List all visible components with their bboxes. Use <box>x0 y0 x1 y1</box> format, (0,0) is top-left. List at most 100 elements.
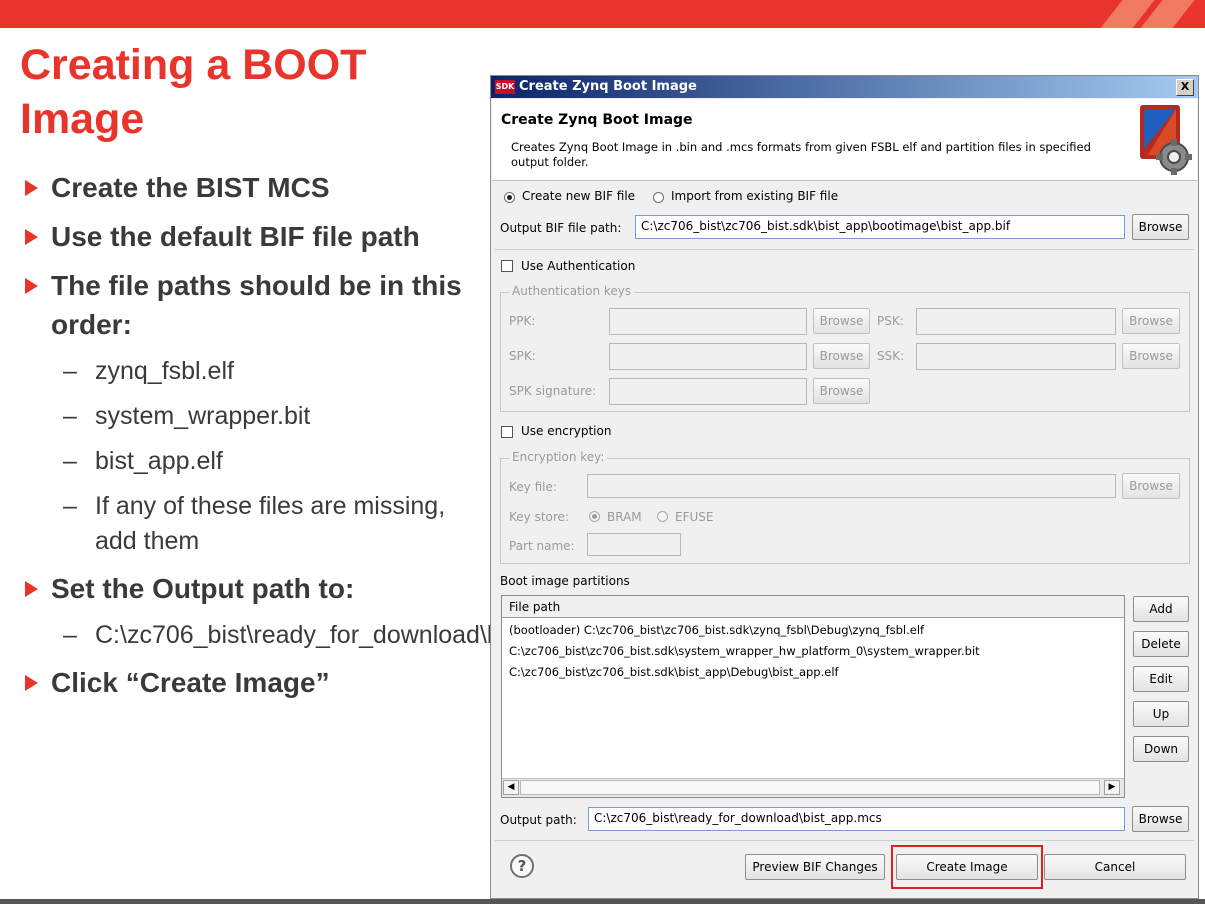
bram-label: BRAM <box>607 510 642 524</box>
partition-row[interactable]: (bootloader) C:\zc706_bist\zc706_bist.sd… <box>509 623 924 637</box>
ppk-browse-button[interactable]: Browse <box>813 308 870 334</box>
create-boot-image-dialog: SDK Create Zynq Boot Image X Create Zynq… <box>490 75 1199 899</box>
spk-input[interactable] <box>609 343 807 370</box>
psk-label: PSK: <box>877 314 904 328</box>
efuse-label: EFUSE <box>675 510 714 524</box>
psk-input[interactable] <box>916 308 1116 335</box>
bif-browse-button[interactable]: Browse <box>1132 214 1189 240</box>
partition-row[interactable]: C:\zc706_bist\zc706_bist.sdk\bist_app\De… <box>509 665 839 679</box>
psk-browse-button[interactable]: Browse <box>1122 308 1180 334</box>
part-name-input[interactable] <box>587 533 681 556</box>
bullet-arrow-icon <box>25 278 38 294</box>
bullet-text: Set the Output path to: <box>51 573 355 604</box>
authentication-keys-legend: Authentication keys <box>509 284 635 298</box>
delete-button[interactable]: Delete <box>1133 631 1189 657</box>
part-name-label: Part name: <box>509 539 575 553</box>
close-button[interactable]: X <box>1176 79 1194 96</box>
horizontal-scrollbar[interactable]: ◀ ▶ <box>502 778 1124 797</box>
use-encryption-label: Use encryption <box>521 424 612 438</box>
partitions-label: Boot image partitions <box>500 574 630 588</box>
partition-row[interactable]: C:\zc706_bist\zc706_bist.sdk\system_wrap… <box>509 644 980 658</box>
bullet-item: The file paths should be in this order: <box>22 266 462 344</box>
spk-signature-browse-button[interactable]: Browse <box>813 378 870 404</box>
output-path-input[interactable]: C:\zc706_bist\ready_for_download\bist_ap… <box>588 807 1125 831</box>
dialog-title: Create Zynq Boot Image <box>519 79 697 94</box>
bullet-text: Use the default BIF file path <box>51 221 420 252</box>
use-authentication-checkbox[interactable] <box>501 260 513 272</box>
bif-path-input[interactable]: C:\zc706_bist\zc706_bist.sdk\bist_app\bo… <box>635 215 1125 239</box>
slide-bullets: Create the BIST MCS Use the default BIF f… <box>22 168 634 712</box>
header-title: Create Zynq Boot Image <box>501 112 693 128</box>
bif-path-label: Output BIF file path: <box>500 221 622 235</box>
ssk-label: SSK: <box>877 349 905 363</box>
sub-bullet-dash: – <box>63 447 77 475</box>
cancel-button[interactable]: Cancel <box>1044 854 1186 880</box>
dialog-titlebar[interactable]: SDK Create Zynq Boot Image X <box>491 76 1198 98</box>
key-file-browse-button[interactable]: Browse <box>1122 473 1180 499</box>
ssk-browse-button[interactable]: Browse <box>1122 343 1180 369</box>
dialog-header: Create Zynq Boot Image Creates Zynq Boot… <box>492 99 1197 181</box>
bram-radio[interactable] <box>589 511 600 522</box>
sdk-icon: SDK <box>495 80 515 94</box>
encryption-key-legend: Encryption key: <box>509 450 608 464</box>
ppk-label: PPK: <box>509 314 536 328</box>
spk-signature-input[interactable] <box>609 378 807 405</box>
sub-bullet-dash: – <box>63 357 77 385</box>
bullet-arrow-icon <box>25 180 38 196</box>
sub-bullet-text: system_wrapper.bit <box>95 402 311 430</box>
output-browse-button[interactable]: Browse <box>1132 806 1189 832</box>
sub-bullet-text: bist_app.elf <box>95 447 223 475</box>
scroll-left-icon[interactable]: ◀ <box>503 780 519 795</box>
key-file-label: Key file: <box>509 480 557 494</box>
spk-label: SPK: <box>509 349 536 363</box>
spk-signature-label: SPK signature: <box>509 384 597 398</box>
scrollbar-thumb[interactable] <box>520 780 1100 795</box>
bullet-item: Create the BIST MCS <box>22 168 462 207</box>
import-bif-radio[interactable] <box>653 192 664 203</box>
bullet-arrow-icon <box>25 581 38 597</box>
create-new-bif-radio[interactable] <box>504 192 515 203</box>
key-store-label: Key store: <box>509 510 569 524</box>
slide-title: Creating a BOOT Image <box>20 41 367 143</box>
up-button[interactable]: Up <box>1133 701 1189 727</box>
divider <box>495 249 1194 250</box>
bullet-item: Set the Output path to: <box>22 569 462 608</box>
down-button[interactable]: Down <box>1133 736 1189 762</box>
sub-bullet-item: – C:\zc706_bist\ready_for_download\bist_a… <box>22 618 634 653</box>
sub-bullet-text: zynq_fsbl.elf <box>95 357 234 385</box>
use-authentication-label: Use Authentication <box>521 259 636 273</box>
bullet-text: Click “Create Image” <box>51 667 330 698</box>
file-path-column-header[interactable]: File path <box>502 596 1124 618</box>
header-description: Creates Zynq Boot Image in .bin and .mcs… <box>511 140 1091 169</box>
sub-bullet-dash: – <box>63 402 77 430</box>
preview-bif-changes-button[interactable]: Preview BIF Changes <box>745 854 885 880</box>
top-banner <box>0 0 1205 28</box>
edit-button[interactable]: Edit <box>1133 666 1189 692</box>
ppk-input[interactable] <box>609 308 807 335</box>
sub-bullet-item: – bist_app.elf <box>22 444 462 479</box>
bullet-arrow-icon <box>25 229 38 245</box>
bullet-item: Use the default BIF file path <box>22 217 462 256</box>
output-path-label: Output path: <box>500 813 577 827</box>
partitions-list[interactable]: File path (bootloader) C:\zc706_bist\zc7… <box>501 595 1125 798</box>
spk-browse-button[interactable]: Browse <box>813 343 870 369</box>
key-file-input[interactable] <box>587 474 1116 498</box>
import-bif-label: Import from existing BIF file <box>671 189 839 203</box>
help-icon[interactable]: ? <box>510 854 534 878</box>
bullet-arrow-icon <box>25 675 38 691</box>
create-new-bif-label: Create new BIF file <box>522 189 636 203</box>
bullet-item: Click “Create Image” <box>22 663 462 702</box>
sub-bullet-item: – system_wrapper.bit <box>22 399 462 434</box>
ssk-input[interactable] <box>916 343 1116 370</box>
sub-bullet-dash: – <box>63 492 77 520</box>
bottom-border <box>0 899 1205 904</box>
scroll-right-icon[interactable]: ▶ <box>1104 780 1120 795</box>
add-button[interactable]: Add <box>1133 596 1189 622</box>
efuse-radio[interactable] <box>657 511 668 522</box>
sub-bullet-item: – If any of these files are missing, add … <box>22 489 462 559</box>
create-image-highlight <box>891 845 1043 889</box>
use-encryption-checkbox[interactable] <box>501 426 513 438</box>
bullet-text: Create the BIST MCS <box>51 172 330 203</box>
sub-bullet-text: If any of these files are missing, add t… <box>95 492 446 555</box>
sub-bullet-dash: – <box>63 621 77 649</box>
